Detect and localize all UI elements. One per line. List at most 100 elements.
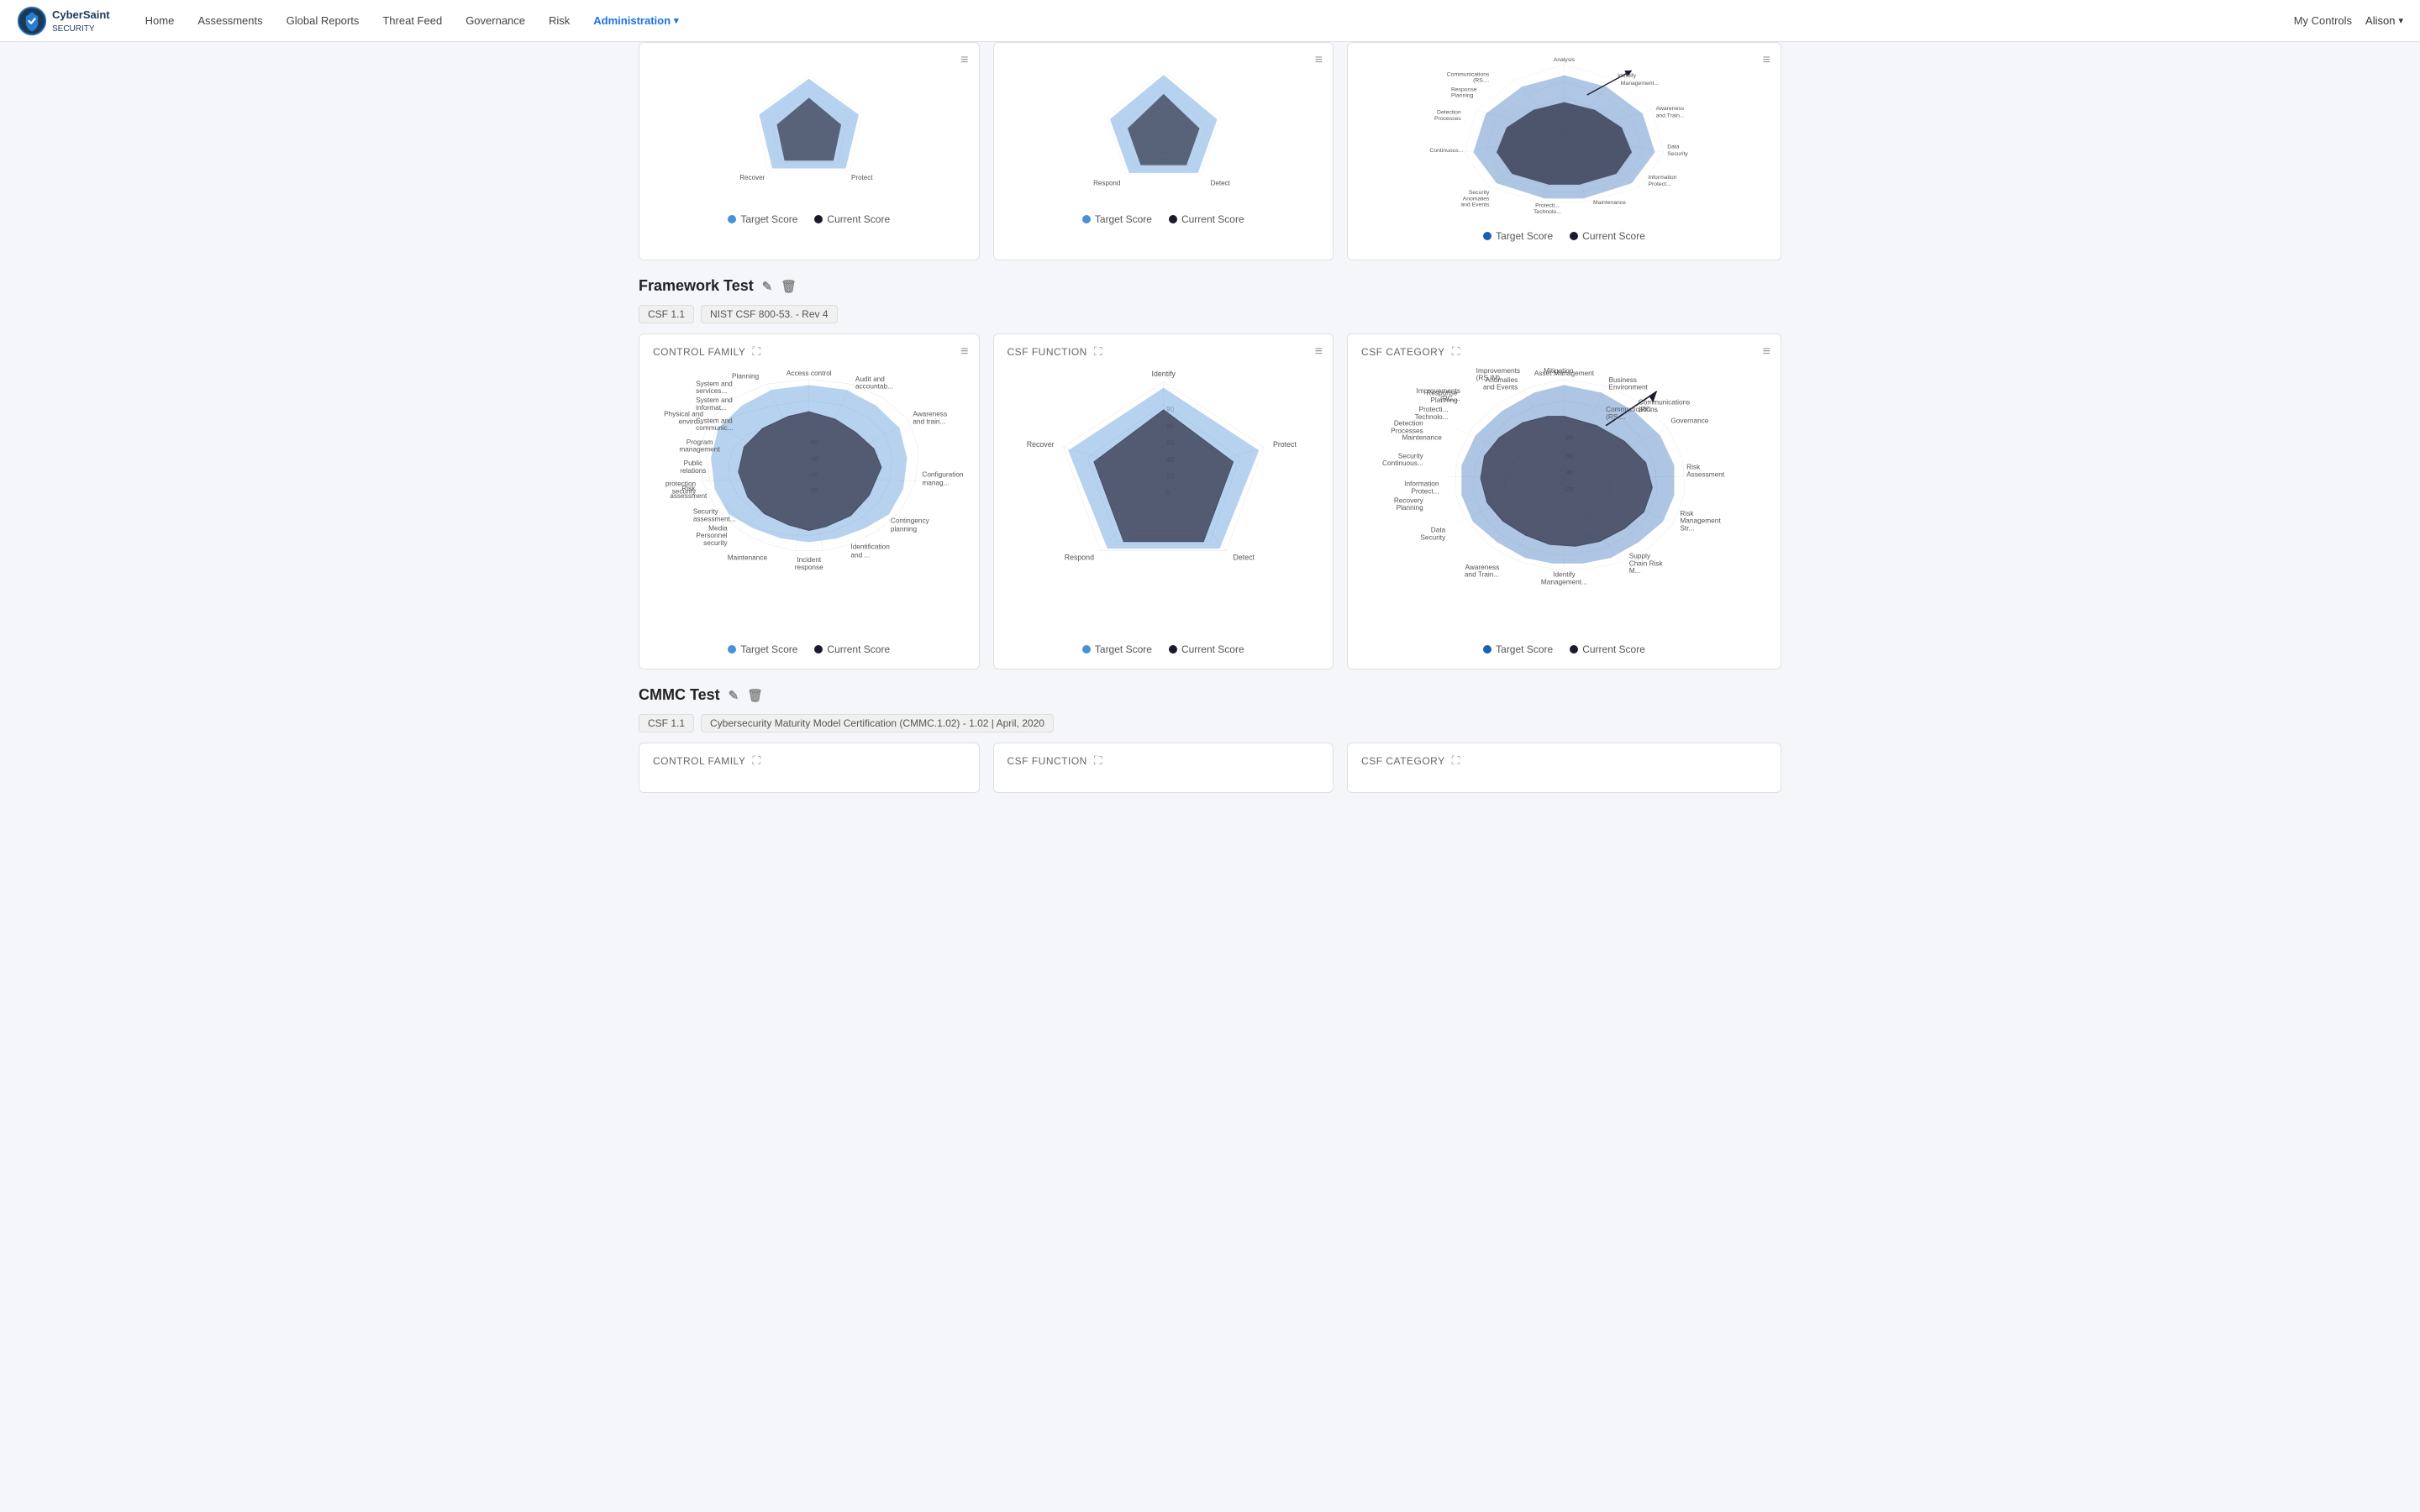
csfc-legend: Target Score Current Score (1361, 643, 1767, 655)
csff-expand-icon[interactable]: ⛶ (1094, 344, 1102, 359)
svg-text:communic...: communic... (696, 424, 734, 432)
svg-text:Awareness: Awareness (1656, 106, 1685, 112)
my-controls-link[interactable]: My Controls (2294, 14, 2352, 27)
svg-text:Maintenance: Maintenance (728, 554, 768, 562)
current-score-dot-3 (1570, 232, 1578, 240)
cf-target-legend: Target Score (728, 643, 797, 655)
cf-chart-header: CONTROL FAMILY ⛶ (653, 344, 965, 359)
svg-text:Program: Program (687, 438, 713, 446)
svg-text:Anomalies: Anomalies (1463, 196, 1490, 202)
svg-text:response: response (795, 564, 823, 571)
svg-text:management: management (679, 446, 720, 454)
top-csf-category-card: ≡ (1347, 42, 1781, 260)
top-csfc-target-legend: Target Score (1483, 230, 1553, 242)
target-score-dot-2 (1082, 215, 1091, 223)
cmmc-test-tags: CSF 1.1 Cybersecurity Maturity Model Cer… (639, 714, 1781, 732)
cmmc-csff-header: CSF FUNCTION ⛶ (1007, 753, 1320, 768)
svg-text:Improvements: Improvements (1476, 367, 1520, 375)
top-cf-legend: Target Score Current Score (653, 213, 965, 225)
svg-text:Analysis: Analysis (1554, 57, 1576, 63)
svg-text:and Events: and Events (1460, 202, 1490, 208)
top-csfc-menu-icon[interactable]: ≡ (1763, 53, 1770, 68)
svg-text:Planning: Planning (732, 372, 760, 380)
cmmc-cf-expand-icon[interactable]: ⛶ (752, 753, 760, 768)
cf-menu-icon[interactable]: ≡ (960, 344, 968, 360)
svg-text:Continuous...: Continuous... (1429, 148, 1463, 154)
svg-text:assessment...: assessment... (693, 515, 736, 522)
svg-text:Environment: Environment (1608, 384, 1648, 391)
top-csff-current-legend: Current Score (1169, 213, 1244, 225)
user-menu[interactable]: Alison ▾ (2365, 14, 2403, 27)
top-csff-legend: Target Score Current Score (1007, 213, 1320, 225)
cmmc-csfc-expand-icon[interactable]: ⛶ (1452, 753, 1460, 768)
nav-risk[interactable]: Risk (539, 9, 580, 32)
svg-text:Identify: Identify (1618, 73, 1637, 79)
svg-text:Business: Business (1608, 376, 1637, 384)
svg-text:Detect: Detect (1233, 554, 1255, 562)
svg-text:Detect: Detect (1210, 180, 1230, 187)
top-cf-target-legend: Target Score (728, 213, 797, 225)
top-partial-charts-row: ≡ Recover Protect (639, 42, 1781, 260)
current-score-dot-2 (1169, 215, 1177, 223)
cmmc-cf-header: CONTROL FAMILY ⛶ (653, 753, 965, 768)
nav-threat-feed[interactable]: Threat Feed (372, 9, 452, 32)
framework-test-charts-row: CONTROL FAMILY ⛶ ≡ (639, 333, 1781, 669)
svg-text:Maintenance: Maintenance (1593, 200, 1626, 206)
svg-text:Processes: Processes (1434, 116, 1461, 122)
nav-right: My Controls Alison ▾ (2294, 14, 2403, 27)
top-csff-menu-icon[interactable]: ≡ (1315, 53, 1323, 68)
svg-text:planning: planning (891, 526, 918, 533)
cmmc-tag-csf11: CSF 1.1 (639, 714, 694, 732)
svg-text:Recover: Recover (1026, 440, 1054, 449)
svg-text:assessment: assessment (670, 492, 708, 500)
svg-text:Recover: Recover (739, 174, 765, 181)
top-cf-menu-icon[interactable]: ≡ (960, 53, 968, 68)
framework-test-delete-icon[interactable]: 🗑 (781, 279, 797, 294)
cf-legend: Target Score Current Score (653, 643, 965, 655)
main-content: ≡ Recover Protect (0, 42, 2420, 827)
svg-text:Risk: Risk (681, 485, 696, 492)
nav-home[interactable]: Home (135, 9, 185, 32)
svg-text:Awareness: Awareness (913, 411, 947, 418)
nav-assessments[interactable]: Assessments (187, 9, 272, 32)
svg-text:relations: relations (680, 467, 706, 475)
svg-text:Improvements: Improvements (1417, 387, 1460, 395)
svg-text:Information: Information (1404, 480, 1439, 487)
svg-text:Security: Security (1469, 190, 1490, 196)
svg-text:Protecti...: Protecti... (1535, 203, 1560, 209)
csfc-expand-icon[interactable]: ⛶ (1452, 344, 1460, 359)
cmmc-csff-expand-icon[interactable]: ⛶ (1094, 753, 1102, 768)
csfc-menu-icon[interactable]: ≡ (1763, 344, 1770, 360)
framework-test-title: Framework Test (639, 277, 754, 295)
framework-tag-csf11: CSF 1.1 (639, 305, 694, 323)
top-csfc-legend: Target Score Current Score (1361, 230, 1767, 242)
nav-global-reports[interactable]: Global Reports (276, 9, 370, 32)
svg-text:accountab...: accountab... (855, 383, 893, 391)
cmmc-test-section: CMMC Test ✎ 🗑 CSF 1.1 Cybersecurity Matu… (639, 686, 1781, 793)
svg-text:Str...: Str... (1680, 524, 1694, 532)
csfc-target-legend: Target Score (1483, 643, 1553, 655)
cmmc-test-edit-icon[interactable]: ✎ (729, 688, 739, 703)
svg-text:Governance: Governance (1670, 417, 1708, 424)
svg-text:Protect: Protect (851, 174, 873, 181)
nav-administration[interactable]: Administration ▾ (583, 9, 688, 32)
svg-text:Public: Public (684, 459, 703, 467)
framework-test-edit-icon[interactable]: ✎ (762, 279, 773, 294)
logo[interactable]: CyberSaintSECURITY (17, 6, 110, 36)
cmmc-charts-row: CONTROL FAMILY ⛶ CSF FUNCTION ⛶ CSF CATE… (639, 743, 1781, 793)
csff-menu-icon[interactable]: ≡ (1315, 344, 1323, 360)
nav-governance[interactable]: Governance (455, 9, 535, 32)
svg-text:Mitigation: Mitigation (1544, 367, 1574, 375)
svg-text:informat...: informat... (696, 404, 727, 412)
svg-text:Chain Risk: Chain Risk (1629, 559, 1664, 567)
cf-expand-icon[interactable]: ⛶ (752, 344, 760, 359)
cmmc-test-delete-icon[interactable]: 🗑 (747, 688, 763, 703)
svg-text:Assessment: Assessment (1686, 470, 1725, 478)
svg-text:and ...: and ... (850, 551, 870, 559)
svg-text:(RS....: (RS.... (1606, 413, 1625, 421)
framework-test-tags: CSF 1.1 NIST CSF 800-53. - Rev 4 (639, 305, 1781, 323)
svg-text:(RC....: (RC.... (1639, 406, 1659, 413)
svg-text:(RS.IM): (RS.IM) (1476, 375, 1501, 382)
cf-radar-chart: 80 60 40 20 Access control Audit and acc… (653, 365, 965, 634)
svg-text:Protect: Protect (1272, 440, 1296, 449)
